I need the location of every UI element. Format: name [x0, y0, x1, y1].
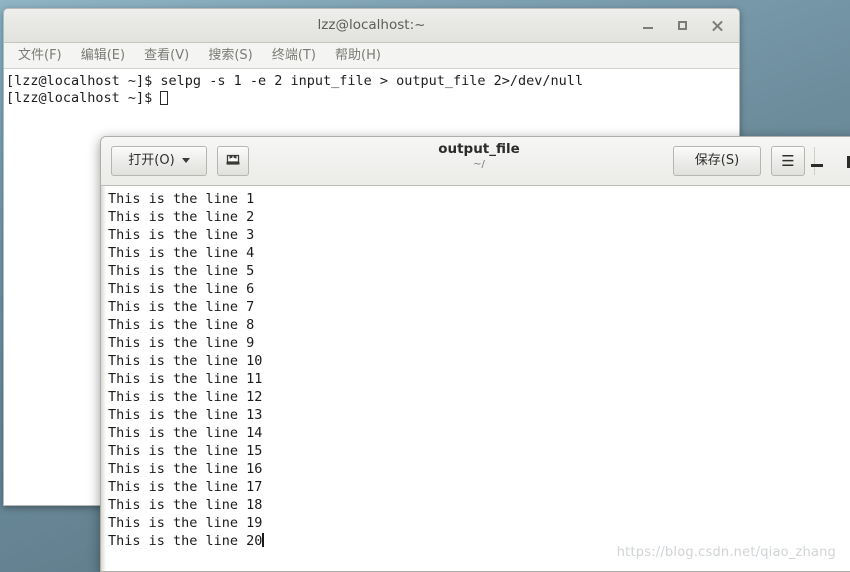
editor-line-text: This is the line 17 [108, 479, 263, 495]
editor-line-text: This is the line 7 [108, 299, 255, 315]
hamburger-icon: ☰ [781, 152, 795, 170]
editor-line-text: This is the line 5 [108, 263, 255, 279]
editor-line-text: This is the line 1 [108, 191, 255, 207]
editor-line: This is the line 10 [108, 352, 850, 370]
gedit-minimize-button[interactable] [801, 137, 833, 185]
save-button[interactable]: 保存(S) [673, 146, 761, 176]
editor-line-text: This is the line 3 [108, 227, 255, 243]
editor-line: This is the line 11 [108, 370, 850, 388]
terminal-cursor [160, 91, 169, 105]
terminal-line: [lzz@localhost ~]$ [6, 90, 739, 107]
editor-line: This is the line 5 [108, 262, 850, 280]
editor-line-text: This is the line 11 [108, 371, 263, 387]
chevron-down-icon [181, 158, 190, 163]
menu-item-file[interactable]: 文件(F) [11, 43, 69, 68]
editor-line: This is the line 9 [108, 334, 850, 352]
terminal-menubar: 文件(F) 编辑(E) 查看(V) 搜索(S) 终端(T) 帮助(H) [4, 43, 739, 69]
editor-line: This is the line 8 [108, 316, 850, 334]
editor-line: This is the line 7 [108, 298, 850, 316]
editor-line-text: This is the line 18 [108, 497, 263, 513]
editor-line: This is the line 3 [108, 226, 850, 244]
terminal-title: lzz@localhost:~ [317, 17, 426, 33]
maximize-icon [677, 20, 687, 30]
terminal-titlebar[interactable]: lzz@localhost:~ [4, 9, 739, 43]
gedit-editor-area[interactable]: This is the line 1 This is the line 2 This… [101, 186, 850, 571]
terminal-line: [lzz@localhost ~]$ selpg -s 1 -e 2 input… [6, 73, 739, 90]
menu-item-help[interactable]: 帮助(H) [328, 43, 388, 68]
editor-line: This is the line 6 [108, 280, 850, 298]
gedit-headerbar[interactable]: 打开(O) output_file ~/ 保存(S) ☰ [101, 137, 850, 186]
editor-line-text: This is the line 8 [108, 317, 255, 333]
editor-text-content[interactable]: This is the line 1 This is the line 2 This… [108, 190, 850, 571]
editor-line-text: This is the line 2 [108, 209, 255, 225]
editor-line-text: This is the line 13 [108, 407, 263, 423]
open-button-label: 打开(O) [128, 153, 175, 168]
terminal-prompt: [lzz@localhost ~]$ [6, 90, 161, 106]
text-cursor [262, 533, 264, 547]
minimize-icon [811, 163, 823, 167]
save-as-button[interactable] [217, 146, 249, 176]
gedit-window: 打开(O) output_file ~/ 保存(S) ☰ This is the… [100, 136, 850, 572]
editor-line: This is the line 2 [108, 208, 850, 226]
editor-line: This is the line 17 [108, 478, 850, 496]
menu-item-terminal[interactable]: 终端(T) [265, 43, 323, 68]
close-icon [711, 20, 722, 31]
editor-line: This is the line 19 [108, 514, 850, 532]
gedit-maximize-button[interactable] [837, 137, 850, 185]
editor-line: This is the line 12 [108, 388, 850, 406]
terminal-close-button[interactable] [699, 9, 733, 42]
editor-line: This is the line 18 [108, 496, 850, 514]
editor-line-text: This is the line 20 [108, 533, 263, 549]
editor-line-text: This is the line 16 [108, 461, 263, 477]
editor-gutter [101, 186, 106, 571]
terminal-minimize-button[interactable] [631, 9, 665, 42]
terminal-maximize-button[interactable] [665, 9, 699, 42]
editor-line-text: This is the line 10 [108, 353, 263, 369]
editor-line: This is the line 4 [108, 244, 850, 262]
open-button[interactable]: 打开(O) [111, 146, 207, 176]
editor-line: This is the line 13 [108, 406, 850, 424]
editor-line-text: This is the line 19 [108, 515, 263, 531]
editor-line: This is the line 20 [108, 532, 850, 550]
editor-line-text: This is the line 9 [108, 335, 255, 351]
menu-item-edit[interactable]: 编辑(E) [74, 43, 132, 68]
save-as-icon [226, 154, 240, 165]
terminal-command-line: [lzz@localhost ~]$ selpg -s 1 -e 2 input… [6, 73, 584, 89]
editor-line-text: This is the line 14 [108, 425, 263, 441]
menu-item-view[interactable]: 查看(V) [137, 43, 196, 68]
editor-line: This is the line 16 [108, 460, 850, 478]
editor-line-text: This is the line 6 [108, 281, 255, 297]
minimize-icon [643, 27, 653, 29]
editor-line: This is the line 1 [108, 190, 850, 208]
menu-item-search[interactable]: 搜索(S) [201, 43, 259, 68]
editor-line-text: This is the line 12 [108, 389, 263, 405]
editor-line: This is the line 14 [108, 424, 850, 442]
save-button-label: 保存(S) [694, 153, 740, 168]
hamburger-menu-button[interactable]: ☰ [771, 146, 805, 176]
editor-line: This is the line 15 [108, 442, 850, 460]
editor-line-text: This is the line 15 [108, 443, 263, 459]
editor-line-text: This is the line 4 [108, 245, 255, 261]
